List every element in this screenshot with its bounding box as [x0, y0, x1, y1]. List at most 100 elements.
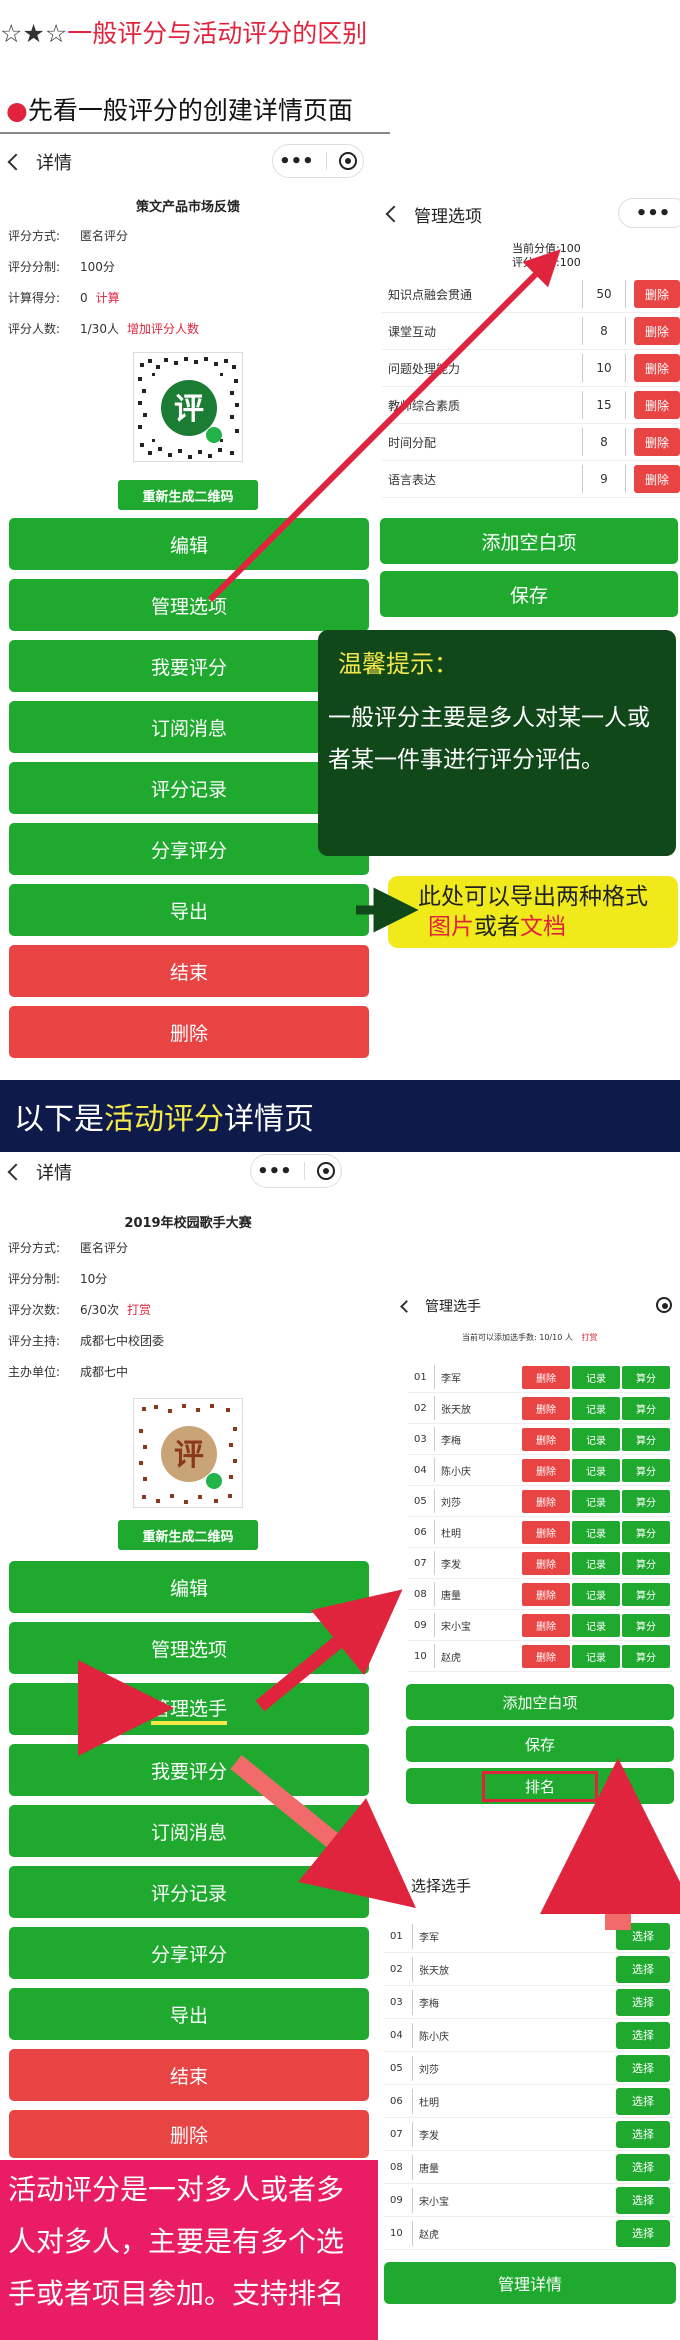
record-button[interactable]: 记录 — [572, 1396, 620, 1420]
add-blank-player-button[interactable]: 添加空白项 — [406, 1684, 674, 1720]
delete-player-button[interactable]: 删除 — [522, 1365, 570, 1389]
record-button[interactable]: 记录 — [572, 1520, 620, 1544]
select-button[interactable]: 选择 — [616, 1988, 670, 2016]
delete-button[interactable]: 删除 — [9, 2110, 369, 2158]
calc-score-button[interactable]: 算分 — [622, 1613, 670, 1637]
choose-row: 05 刘莎 选择 — [384, 2052, 674, 2085]
rate-button[interactable]: 我要评分 — [9, 640, 369, 692]
select-button[interactable]: 选择 — [616, 2153, 670, 2181]
delete-option-button[interactable]: 删除 — [634, 354, 680, 382]
select-button[interactable]: 选择 — [616, 2120, 670, 2148]
delete-option-button[interactable]: 删除 — [634, 428, 680, 456]
info-row: 评分方式: 匿名评分 — [8, 229, 129, 243]
delete-button[interactable]: 删除 — [9, 1006, 369, 1058]
tip-link[interactable]: 打赏 — [127, 1301, 151, 1318]
save-options-button[interactable]: 保存 — [380, 571, 678, 617]
record-button[interactable]: 记录 — [572, 1489, 620, 1513]
delete-player-button[interactable]: 删除 — [522, 1520, 570, 1544]
add-blank-option-button[interactable]: 添加空白项 — [380, 518, 678, 564]
back-arrow-icon[interactable] — [386, 1878, 399, 1892]
calc-score-button[interactable]: 算分 — [622, 1489, 670, 1513]
share-button[interactable]: 分享评分 — [9, 823, 369, 875]
delete-player-button[interactable]: 删除 — [522, 1551, 570, 1575]
record-button[interactable]: 记录 — [572, 1551, 620, 1575]
records-button[interactable]: 评分记录 — [9, 762, 369, 814]
manage-options-button[interactable]: 管理选项 — [9, 579, 369, 631]
calc-score-button[interactable]: 算分 — [622, 1365, 670, 1389]
delete-player-button[interactable]: 删除 — [522, 1582, 570, 1606]
export-button[interactable]: 导出 — [9, 884, 369, 936]
regenerate-qr-button[interactable]: 重新生成二维码 — [118, 480, 258, 510]
record-button[interactable]: 记录 — [572, 1427, 620, 1451]
back-arrow-icon[interactable] — [385, 205, 403, 223]
back-arrow-icon[interactable] — [400, 1299, 413, 1313]
record-button[interactable]: 记录 — [572, 1365, 620, 1389]
end-button[interactable]: 结束 — [9, 2049, 369, 2101]
select-button[interactable]: 选择 — [616, 1955, 670, 1983]
close-target-icon[interactable] — [656, 1297, 672, 1313]
more-dots-icon[interactable]: ••• — [257, 1161, 292, 1182]
end-button[interactable]: 结束 — [9, 945, 369, 997]
record-button[interactable]: 记录 — [572, 1644, 620, 1668]
more-dots-icon[interactable]: ••• — [279, 151, 314, 172]
calc-score-button[interactable]: 算分 — [622, 1551, 670, 1575]
select-button[interactable]: 选择 — [616, 1922, 670, 1950]
select-button[interactable]: 选择 — [616, 2054, 670, 2082]
capsule-menu[interactable]: ••• — [618, 198, 680, 228]
capsule-menu[interactable]: ••• — [272, 144, 364, 178]
qr-code-image: 评 — [138, 357, 239, 459]
save-players-button[interactable]: 保存 — [406, 1726, 674, 1762]
player-row: 05 刘莎 删除 记录 算分 — [408, 1486, 672, 1517]
calc-score-button[interactable]: 算分 — [622, 1520, 670, 1544]
info-row: 评分分制: 10分 — [8, 1272, 108, 1286]
select-button[interactable]: 选择 — [616, 2087, 670, 2115]
add-raters-link[interactable]: 增加评分人数 — [127, 320, 199, 337]
edit-button[interactable]: 编辑 — [9, 1561, 369, 1613]
delete-player-button[interactable]: 删除 — [522, 1396, 570, 1420]
rate-button[interactable]: 我要评分 — [9, 1744, 369, 1796]
select-button[interactable]: 选择 — [616, 2021, 670, 2049]
delete-player-button[interactable]: 删除 — [522, 1489, 570, 1513]
delete-option-button[interactable]: 删除 — [634, 391, 680, 419]
delete-option-button[interactable]: 删除 — [634, 280, 680, 308]
share-button[interactable]: 分享评分 — [9, 1927, 369, 1979]
back-arrow-icon[interactable] — [7, 1163, 25, 1181]
records-button[interactable]: 评分记录 — [9, 1866, 369, 1918]
choose-row: 08 唐量 选择 — [384, 2151, 674, 2184]
manage-players-button[interactable]: 管理选手 — [9, 1683, 369, 1735]
close-target-icon[interactable] — [316, 1162, 335, 1180]
calculate-link[interactable]: 计算 — [96, 289, 120, 306]
calc-score-button[interactable]: 算分 — [622, 1644, 670, 1668]
delete-option-button[interactable]: 删除 — [634, 465, 680, 493]
capsule-menu[interactable]: ••• — [250, 1154, 342, 1188]
delete-player-button[interactable]: 删除 — [522, 1644, 570, 1668]
subscribe-button[interactable]: 订阅消息 — [9, 1805, 369, 1857]
select-button[interactable]: 选择 — [616, 2186, 670, 2214]
record-button[interactable]: 记录 — [572, 1613, 620, 1637]
regenerate-qr-button[interactable]: 重新生成二维码 — [118, 1520, 258, 1550]
subscribe-button[interactable]: 订阅消息 — [9, 701, 369, 753]
delete-option-button[interactable]: 删除 — [634, 317, 680, 345]
manage-detail-button[interactable]: 管理详情 — [384, 2262, 676, 2304]
delete-player-button[interactable]: 删除 — [522, 1458, 570, 1482]
close-target-icon[interactable] — [338, 152, 357, 170]
navbar: 管理选手 — [392, 1292, 680, 1320]
rank-button[interactable]: 排名 — [406, 1768, 674, 1804]
delete-player-button[interactable]: 删除 — [522, 1613, 570, 1637]
players-hint: 当前可以添加选手数: 10/10 人 打赏 — [462, 1333, 598, 1342]
select-button[interactable]: 选择 — [616, 2219, 670, 2247]
calc-score-button[interactable]: 算分 — [622, 1458, 670, 1482]
record-button[interactable]: 记录 — [572, 1582, 620, 1606]
choose-row: 09 宋小宝 选择 — [384, 2184, 674, 2217]
back-arrow-icon[interactable] — [7, 153, 25, 171]
close-target-icon[interactable] — [654, 1876, 670, 1892]
calc-score-button[interactable]: 算分 — [622, 1396, 670, 1420]
delete-player-button[interactable]: 删除 — [522, 1427, 570, 1451]
edit-button[interactable]: 编辑 — [9, 518, 369, 570]
calc-score-button[interactable]: 算分 — [622, 1582, 670, 1606]
more-dots-icon[interactable]: ••• — [636, 203, 671, 224]
calc-score-button[interactable]: 算分 — [622, 1427, 670, 1451]
export-button[interactable]: 导出 — [9, 1988, 369, 2040]
record-button[interactable]: 记录 — [572, 1458, 620, 1482]
manage-options-button[interactable]: 管理选项 — [9, 1622, 369, 1674]
